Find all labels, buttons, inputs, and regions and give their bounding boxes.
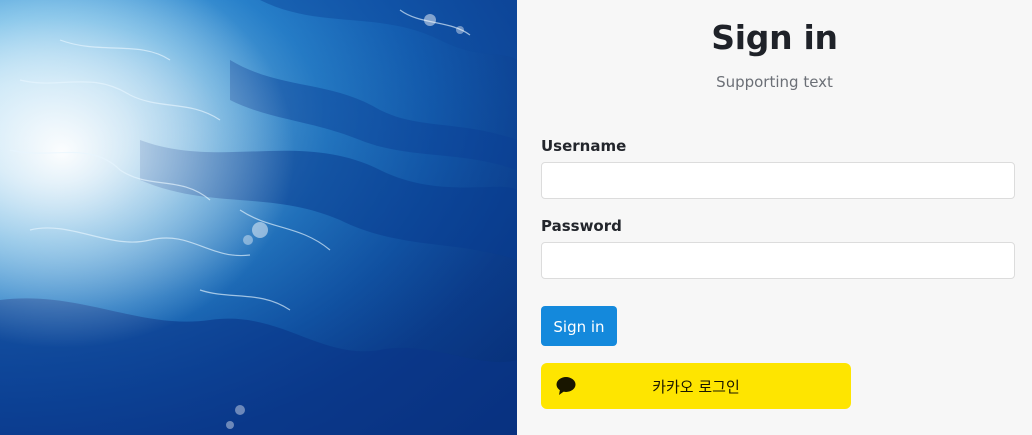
sign-in-button[interactable]: Sign in: [541, 306, 617, 346]
username-label: Username: [541, 137, 627, 155]
username-input[interactable]: [541, 162, 1015, 199]
ocean-waves-graphic: [0, 0, 517, 435]
password-label: Password: [541, 217, 622, 235]
supporting-text: Supporting text: [716, 73, 833, 91]
password-input[interactable]: [541, 242, 1015, 279]
kakao-login-label: 카카오 로그인: [652, 378, 740, 396]
ocean-waves-image: [0, 0, 517, 435]
login-page: Sign in Supporting text Username Passwor…: [0, 0, 1032, 435]
sign-in-panel: Sign in Supporting text Username Passwor…: [517, 0, 1032, 435]
kakao-login-button[interactable]: 카카오 로그인: [541, 363, 851, 409]
page-title: Sign in: [711, 18, 838, 57]
